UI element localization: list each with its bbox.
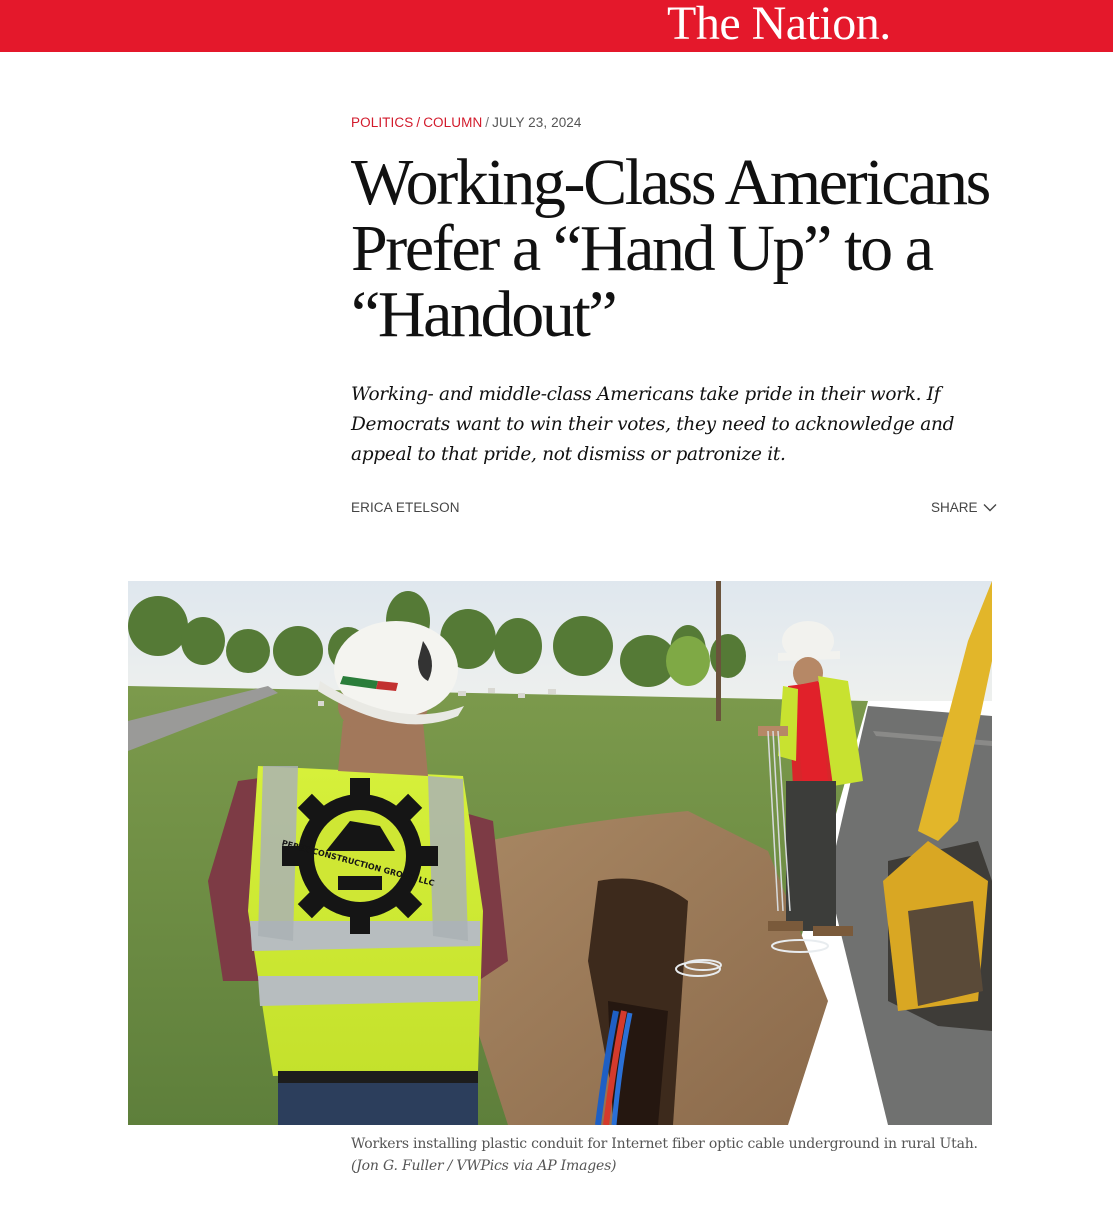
meta-separator: /: [485, 115, 490, 130]
article-meta: Politics / Column / July 23, 2024: [351, 115, 582, 130]
share-button[interactable]: Share: [931, 500, 997, 515]
photo-caption: Workers installing plastic conduit for I…: [351, 1136, 978, 1152]
publish-date: July 23, 2024: [492, 115, 582, 130]
author-byline[interactable]: Erica Etelson: [351, 500, 460, 515]
site-header: The Nation.: [0, 0, 1113, 52]
chevron-down-icon: [983, 504, 997, 512]
meta-separator: /: [416, 115, 421, 130]
category-link-column[interactable]: Column: [423, 115, 482, 130]
hero-photo: PEREZ CONSTRUCTION GROUP, LLC: [128, 581, 992, 1125]
article-dek: Working- and middle-class Americans take…: [351, 384, 955, 465]
article-headline: Working-Class Americans Prefer a “Hand U…: [351, 146, 991, 351]
category-link-politics[interactable]: Politics: [351, 115, 413, 130]
site-logo[interactable]: The Nation.: [667, 0, 891, 50]
photo-credit: (Jon G. Fuller / VWPics via AP Images): [351, 1158, 617, 1174]
share-label: Share: [931, 500, 978, 515]
